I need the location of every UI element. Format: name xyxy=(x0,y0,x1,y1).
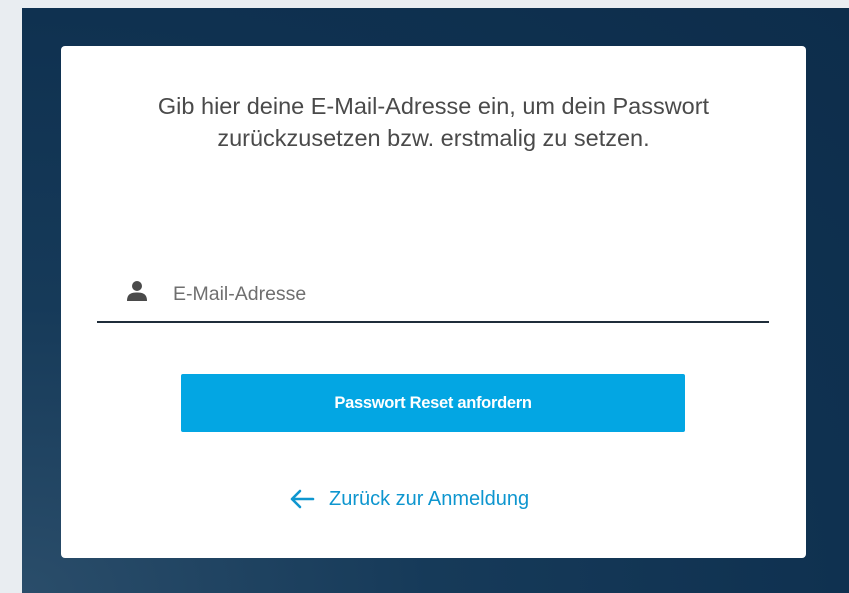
email-input[interactable] xyxy=(173,276,753,312)
reset-password-card: Gib hier deine E-Mail-Adresse ein, um de… xyxy=(61,46,806,558)
person-icon xyxy=(127,281,147,301)
back-link-label: Zurück zur Anmeldung xyxy=(329,487,530,510)
email-field[interactable] xyxy=(97,276,769,323)
arrow-left-icon xyxy=(290,489,315,509)
request-reset-button[interactable]: Passwort Reset anfordern xyxy=(181,374,685,432)
instruction-text: Gib hier deine E-Mail-Adresse ein, um de… xyxy=(157,93,710,151)
back-to-login-link[interactable]: Zurück zur Anmeldung xyxy=(289,484,529,514)
